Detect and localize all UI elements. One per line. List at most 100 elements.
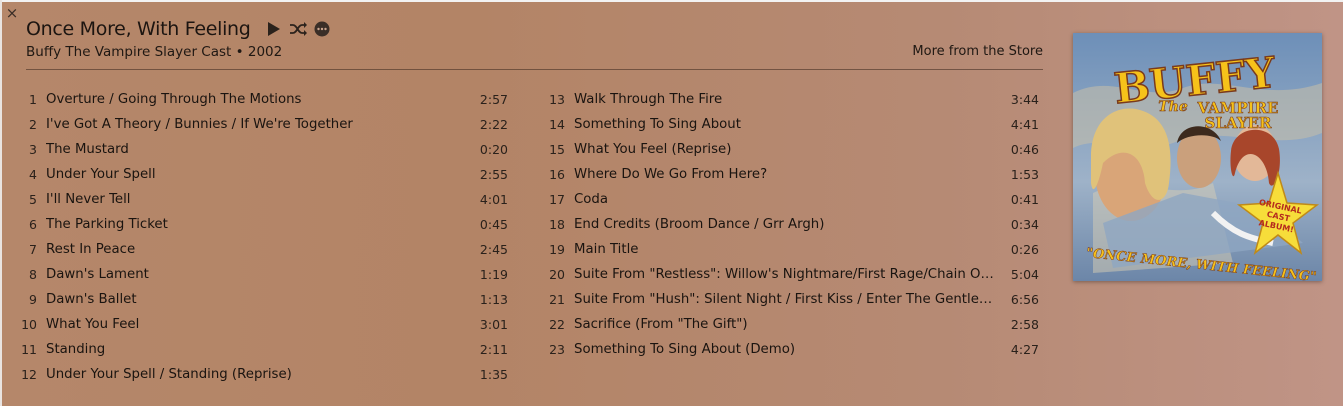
track-number: 11 (21, 342, 37, 357)
track-duration: 4:27 (1010, 342, 1039, 357)
store-link[interactable]: More from the Store (912, 44, 1043, 59)
track-duration: 4:41 (1010, 117, 1039, 132)
track-number: 2 (29, 117, 37, 132)
track-row[interactable]: 10 What You Feel 3:01 (20, 312, 508, 337)
track-title: Overture / Going Through The Motions (46, 92, 302, 107)
window-top-edge (0, 0, 1343, 2)
track-row[interactable]: 13 Walk Through The Fire 3:44 (548, 87, 1039, 112)
track-row[interactable]: 19 Main Title 0:26 (548, 237, 1039, 262)
artwork-logo-slayer: SLAYER (1205, 114, 1272, 132)
track-duration: 4:01 (479, 192, 508, 207)
track-number: 23 (549, 342, 565, 357)
window-left-edge (0, 0, 2, 406)
track-title: Dawn's Lament (46, 267, 149, 282)
track-duration: 2:57 (479, 92, 508, 107)
track-list-left: 1 Overture / Going Through The Motions 2:5… (20, 87, 508, 387)
track-row[interactable]: 18 End Credits (Broom Dance / Grr Argh) 0:… (548, 212, 1039, 237)
track-title: Rest In Peace (46, 242, 136, 257)
track-number: 15 (549, 142, 565, 157)
track-number: 18 (549, 217, 565, 232)
track-row[interactable]: 7 Rest In Peace 2:45 (20, 237, 508, 262)
track-row[interactable]: 20 Suite From "Restless": Willow's Nightm… (548, 262, 1039, 287)
track-row[interactable]: 3 The Mustard 0:20 (20, 137, 508, 162)
track-title: End Credits (Broom Dance / Grr Argh) (574, 217, 825, 232)
artist-year[interactable]: Buffy The Vampire Slayer Cast • 2002 (26, 44, 282, 60)
track-number: 8 (29, 267, 37, 282)
track-title: I'll Never Tell (46, 192, 131, 207)
track-row[interactable]: 6 The Parking Ticket 0:45 (20, 212, 508, 237)
track-duration: 2:45 (479, 242, 508, 257)
track-duration: 2:22 (479, 117, 508, 132)
header-divider (26, 69, 1043, 70)
track-row[interactable]: 12 Under Your Spell / Standing (Reprise) 1… (20, 362, 508, 387)
track-title: Sacrifice (From "The Gift") (574, 317, 748, 332)
track-title: What You Feel (46, 317, 140, 332)
track-title: Under Your Spell / Standing (Reprise) (46, 367, 292, 382)
track-row[interactable]: 4 Under Your Spell 2:55 (20, 162, 508, 187)
track-duration: 3:44 (1010, 92, 1039, 107)
track-duration: 1:19 (479, 267, 508, 282)
track-title: Walk Through The Fire (574, 92, 723, 107)
track-title: Where Do We Go From Here? (574, 167, 768, 182)
track-duration: 0:34 (1010, 217, 1039, 232)
track-number: 20 (549, 267, 565, 282)
track-duration: 2:58 (1010, 317, 1039, 332)
track-row[interactable]: 22 Sacrifice (From "The Gift") 2:58 (548, 312, 1039, 337)
shuffle-icon[interactable] (289, 22, 307, 36)
track-duration: 2:55 (479, 167, 508, 182)
track-row[interactable]: 23 Something To Sing About (Demo) 4:27 (548, 337, 1039, 362)
track-number: 22 (549, 317, 565, 332)
track-number: 9 (29, 292, 37, 307)
track-number: 3 (29, 142, 37, 157)
track-row[interactable]: 11 Standing 2:11 (20, 337, 508, 362)
track-number: 16 (549, 167, 565, 182)
album-title: Once More, With Feeling (26, 18, 251, 40)
track-number: 14 (549, 117, 565, 132)
track-number: 5 (29, 192, 37, 207)
track-duration: 3:01 (479, 317, 508, 332)
track-title: I've Got A Theory / Bunnies / If We're T… (46, 117, 353, 132)
track-row[interactable]: 5 I'll Never Tell 4:01 (20, 187, 508, 212)
track-row[interactable]: 9 Dawn's Ballet 1:13 (20, 287, 508, 312)
play-icon[interactable] (267, 22, 281, 36)
track-title: Suite From "Hush": Silent Night / First … (574, 292, 995, 307)
album-artwork[interactable]: BUFFY The VAMPIRE SLAYER ORIGINAL CAST A… (1073, 33, 1322, 285)
more-icon[interactable] (314, 21, 330, 37)
track-duration: 1:53 (1010, 167, 1039, 182)
track-duration: 6:56 (1010, 292, 1039, 307)
track-duration: 2:11 (479, 342, 508, 357)
track-row[interactable]: 14 Something To Sing About 4:41 (548, 112, 1039, 137)
track-title: The Parking Ticket (46, 217, 168, 232)
track-number: 17 (549, 192, 565, 207)
track-title: Coda (574, 192, 609, 207)
track-row[interactable]: 15 What You Feel (Reprise) 0:46 (548, 137, 1039, 162)
track-duration: 0:45 (479, 217, 508, 232)
track-number: 6 (29, 217, 37, 232)
track-title: Something To Sing About (Demo) (574, 342, 796, 357)
track-row[interactable]: 1 Overture / Going Through The Motions 2:5… (20, 87, 508, 112)
track-title: The Mustard (46, 142, 129, 157)
close-button[interactable]: × (5, 5, 19, 21)
artwork-logo-the: The (1158, 99, 1188, 115)
track-title: Something To Sing About (574, 117, 741, 132)
track-title: Suite From "Restless": Willow's Nightmar… (574, 267, 995, 282)
track-number: 12 (21, 367, 37, 382)
track-row[interactable]: 17 Coda 0:41 (548, 187, 1039, 212)
track-row[interactable]: 16 Where Do We Go From Here? 1:53 (548, 162, 1039, 187)
track-number: 7 (29, 242, 37, 257)
track-duration: 0:46 (1010, 142, 1039, 157)
track-row[interactable]: 21 Suite From "Hush": Silent Night / Firs… (548, 287, 1039, 312)
track-duration: 0:41 (1010, 192, 1039, 207)
track-duration: 1:13 (479, 292, 508, 307)
track-duration: 0:20 (479, 142, 508, 157)
track-row[interactable]: 2 I've Got A Theory / Bunnies / If We're … (20, 112, 508, 137)
track-number: 1 (29, 92, 37, 107)
track-title: Dawn's Ballet (46, 292, 137, 307)
track-number: 19 (549, 242, 565, 257)
track-duration: 1:35 (479, 367, 508, 382)
track-duration: 5:04 (1010, 267, 1039, 282)
track-number: 10 (21, 317, 37, 332)
track-duration: 0:26 (1010, 242, 1039, 257)
track-number: 21 (549, 292, 565, 307)
track-row[interactable]: 8 Dawn's Lament 1:19 (20, 262, 508, 287)
